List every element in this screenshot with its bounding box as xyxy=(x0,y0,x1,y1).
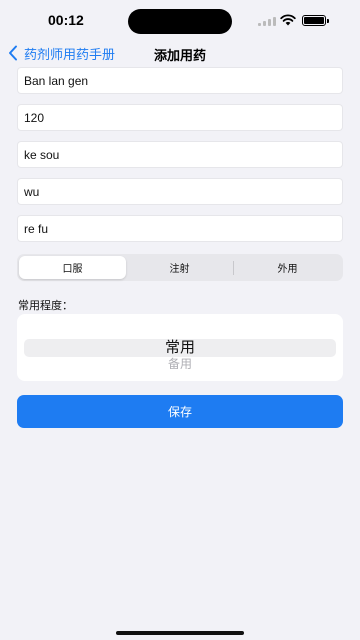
home-indicator xyxy=(116,631,244,635)
route-segmented-control: 口服 注射 外用 xyxy=(17,254,343,281)
dosage-field[interactable] xyxy=(17,104,343,131)
status-time: 00:12 xyxy=(48,12,84,28)
wifi-icon xyxy=(280,14,296,26)
segment-external[interactable]: 外用 xyxy=(234,256,341,279)
cellular-signal-icon xyxy=(258,16,276,26)
screen: 00:12 药剂师用药手册 添加用药 Ban lan gen 120 ke so… xyxy=(0,0,360,640)
side-effects-field[interactable] xyxy=(17,178,343,205)
save-button[interactable]: 保存 xyxy=(17,395,343,428)
picker-next-option[interactable]: 备用 xyxy=(17,357,343,369)
page-title: 添加用药 xyxy=(153,48,206,63)
drug-name-field[interactable] xyxy=(17,67,343,94)
segment-injection[interactable]: 注射 xyxy=(126,256,233,279)
segment-oral[interactable]: 口服 xyxy=(19,256,126,279)
picker-selected-option[interactable]: 常用 xyxy=(17,339,343,357)
frequency-label: 常用程度： xyxy=(18,300,73,312)
status-bar: 00:12 xyxy=(0,0,360,40)
indication-field[interactable] xyxy=(17,141,343,168)
battery-icon xyxy=(302,15,329,26)
navigation-bar: 药剂师用药手册 添加用药 xyxy=(0,40,360,66)
frequency-picker[interactable]: 常用 备用 xyxy=(17,314,343,381)
dynamic-island xyxy=(128,9,232,34)
usage-field[interactable] xyxy=(17,215,343,242)
